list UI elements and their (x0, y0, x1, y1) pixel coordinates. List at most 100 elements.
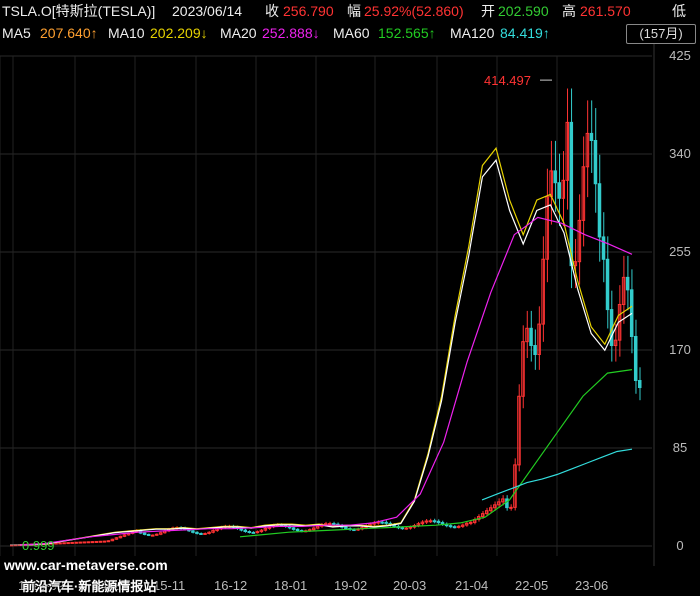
candle-body (505, 498, 509, 509)
close-label: 收 (265, 3, 279, 19)
ma5-label: MA5 (2, 25, 31, 41)
candle-body (247, 531, 252, 534)
ma10-label: MA10 (108, 25, 145, 41)
price-axis: 425 340 255 170 85 0 (669, 48, 691, 553)
y-tick-label: 425 (669, 48, 691, 63)
candle-body (58, 542, 62, 545)
max-marker-label: 414.497 (484, 73, 531, 88)
y-tick-label: 340 (669, 146, 691, 161)
candle-body (553, 170, 557, 184)
candle-body (203, 532, 207, 535)
candle-body (593, 139, 598, 185)
candle-body (404, 527, 409, 530)
candle-body (328, 523, 332, 526)
candle-body (428, 520, 433, 523)
close-value: 256.790 (283, 3, 334, 19)
candle-body (637, 380, 642, 389)
candle-body (452, 526, 457, 529)
candle-body (344, 526, 348, 530)
candle-body (142, 532, 147, 535)
range-value: 25.92%(52.860) (364, 3, 464, 19)
candle-body (70, 541, 74, 544)
candle-body (78, 541, 82, 544)
x-tick-label: 21-04 (455, 578, 488, 593)
candle-body (106, 540, 111, 543)
candle-body (150, 534, 155, 537)
candle-body (529, 327, 533, 347)
ma5-value: 207.640↑ (40, 25, 98, 41)
candle-body (251, 531, 256, 534)
x-tick-label: 16-12 (214, 578, 247, 593)
candle-body (195, 531, 199, 534)
x-tick-label: 23-06 (575, 578, 608, 593)
candle-body (295, 528, 300, 532)
candle-body (199, 532, 203, 535)
y-tick-label: 170 (669, 342, 691, 357)
candle-body (98, 540, 103, 543)
quote-header: TSLA.O[特斯拉(TESLA)] 2023/06/14 收 256.790 … (0, 0, 700, 22)
open-value: 202.590 (498, 3, 549, 19)
x-tick-label: 15-11 (153, 578, 185, 593)
x-tick-label: 20-03 (393, 578, 426, 593)
candle-body (291, 527, 296, 530)
candle-body (90, 541, 95, 544)
ma20-label: MA20 (220, 25, 257, 41)
candle-body (533, 345, 537, 356)
ma60-label: MA60 (333, 25, 370, 41)
candle-body (380, 521, 384, 524)
candle-body (66, 542, 70, 545)
candle-body (243, 529, 248, 533)
ma120-value: 84.419↑ (500, 25, 550, 41)
moving-average-legend: MA5 207.640↑ MA10 202.209↓ MA20 252.888↓… (0, 22, 700, 44)
candle-body (82, 541, 86, 544)
candle-body (102, 540, 107, 543)
candle-body (509, 506, 513, 509)
low-label: 低 (672, 3, 686, 19)
candle-body (557, 182, 561, 199)
candle-body (625, 276, 630, 291)
candle-body (456, 525, 461, 528)
chart-grid (0, 44, 655, 566)
ma60-value: 152.565↑ (378, 25, 436, 41)
candle-body (601, 236, 606, 260)
candle-body (86, 541, 91, 544)
candle-body (191, 530, 195, 533)
open-label: 开 (481, 3, 495, 19)
quote-date: 2023/06/14 (172, 3, 243, 19)
ma20-line (19, 216, 633, 546)
candle-body (569, 121, 574, 267)
period-selector[interactable]: (157月) (626, 24, 696, 44)
x-tick-label: 19-02 (334, 578, 367, 593)
ma10-value: 202.209↓ (150, 25, 208, 41)
candlestick-chart[interactable]: 425340255170850 10-13-09 14-10 15-11 16-12 1… (0, 44, 700, 596)
candle-body (400, 527, 404, 530)
watermark-brand: 前沿汽车·新能源情报站 (22, 579, 157, 594)
candle-body (154, 533, 159, 536)
y-tick-label: 0 (676, 538, 683, 553)
high-label: 高 (562, 3, 576, 19)
high-value: 261.570 (580, 3, 631, 19)
candle-body (255, 531, 260, 534)
y-tick-label: 255 (669, 244, 691, 259)
candle-body (384, 521, 388, 524)
candle-body (54, 542, 58, 545)
x-tick-label: 22-05 (515, 578, 548, 593)
ma120-label: MA120 (450, 25, 495, 41)
min-marker-label: 0.999 (22, 538, 55, 553)
candle-body (633, 335, 638, 382)
x-tick-label: 18-01 (274, 578, 307, 593)
candle-body (436, 520, 441, 524)
y-tick-label: 85 (673, 440, 687, 455)
ma20-value: 252.888↓ (262, 25, 320, 41)
extreme-markers: 414.497 0.999 (10, 73, 552, 553)
candle-body (62, 542, 66, 545)
symbol-name[interactable]: TSLA.O[特斯拉(TESLA)] (2, 0, 155, 22)
candle-body (432, 520, 437, 523)
candle-body (74, 541, 78, 544)
candle-body (605, 258, 610, 311)
ma60-line (239, 369, 633, 538)
candle-body (332, 523, 336, 526)
candle-body (448, 525, 453, 528)
candle-body (94, 540, 99, 543)
watermark-website: www.car-metaverse.com (4, 557, 168, 573)
